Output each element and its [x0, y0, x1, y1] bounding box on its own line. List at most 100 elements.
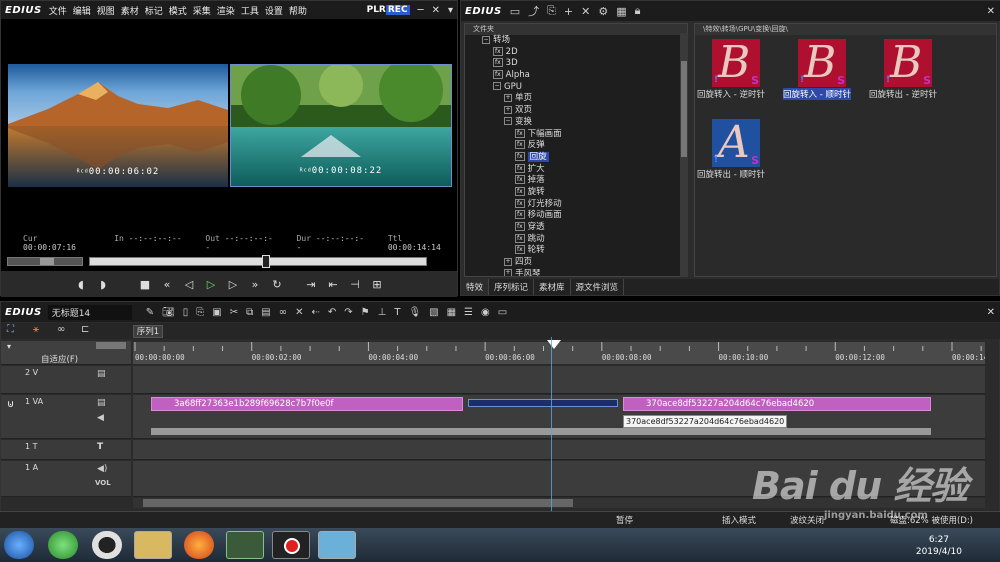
delete-clip-icon[interactable]: ✕ [295, 307, 303, 318]
adapt-label[interactable]: 自适应(F) [41, 353, 78, 365]
tree-node[interactable]: fx 掉落 [465, 175, 687, 187]
effect-item[interactable]: B S! 回旋转出 - 逆时针 [869, 39, 959, 117]
menu-file[interactable]: 文件 [49, 7, 67, 17]
va-audio-icon[interactable]: ◀︎ [97, 413, 104, 423]
tree-node[interactable]: fx 穿透 [465, 222, 687, 234]
video-mute-icon[interactable]: ▤ [97, 369, 106, 379]
tab-sequence-markers[interactable]: 序列标记 [489, 279, 535, 295]
multicam-icon[interactable]: ▦ [447, 307, 456, 318]
bin-close-icon[interactable]: ✕ [987, 6, 995, 17]
tree-node[interactable]: fx 轮转 [465, 245, 687, 257]
effect-item[interactable]: A S! 回旋转出 - 顺时针 [697, 119, 787, 197]
tree-node[interactable]: − GPU [465, 82, 687, 94]
track-1va-header[interactable]: ⊍ 1 VA ▤ ◀︎ [1, 395, 131, 439]
title-track-icon[interactable]: T [97, 442, 103, 452]
view-icon[interactable]: ▦ [616, 5, 626, 18]
output-icon[interactable]: ▭ [498, 307, 507, 318]
tree-node[interactable]: fx 跳动 [465, 233, 687, 246]
loop-icon[interactable]: ↻ [270, 278, 284, 291]
menu-edit[interactable]: 编辑 [73, 7, 91, 17]
link-toggle-icon[interactable]: ∞ [57, 324, 65, 335]
app-record-icon[interactable] [272, 531, 310, 559]
scrub-bar[interactable] [89, 255, 427, 268]
group-icon[interactable]: ⊏ [81, 324, 89, 335]
expand-icon[interactable]: ▾ [7, 342, 11, 351]
menu-capture[interactable]: 采集 [193, 7, 211, 17]
tree-node[interactable]: fx 3D [465, 58, 687, 70]
tab-source-browser[interactable]: 源文件浏览 [571, 279, 625, 295]
menu-clip[interactable]: 素材 [121, 7, 139, 17]
clip-1[interactable]: 3a68ff27363e1b289f69628c7b7f0e0f [151, 397, 463, 411]
tree-node[interactable]: fx 反弹 [465, 140, 687, 152]
shuttle-slider[interactable] [7, 257, 83, 266]
tree-node[interactable]: − 转场 [465, 35, 687, 47]
effect-item[interactable]: B S! 回旋转入 - 顺时针 [783, 39, 873, 117]
track-1t-header[interactable]: 1 T T [1, 440, 131, 460]
track-lock-icon[interactable]: ⊍ [7, 399, 14, 410]
link-icon[interactable]: ∞ [279, 307, 287, 318]
tab-sequence1[interactable]: 序列1 [133, 325, 163, 338]
tree-node[interactable]: fx 移动画面 [465, 210, 687, 222]
menu-mode[interactable]: 模式 [169, 7, 187, 17]
track-2v-area[interactable] [133, 366, 985, 394]
render-icon[interactable]: ▧ [429, 307, 438, 318]
copy-clip-icon[interactable]: ⧉ [246, 307, 253, 318]
close-icon[interactable]: ✕ [432, 5, 440, 16]
expand-toggle-icon[interactable]: + [504, 269, 512, 276]
expand-toggle-icon[interactable]: − [504, 117, 512, 126]
step-back-icon[interactable]: ◁ [182, 278, 196, 291]
folder-icon[interactable]: ▭ [510, 5, 520, 18]
menu-tools[interactable]: 工具 [241, 7, 259, 17]
stop-icon[interactable]: ■ [138, 278, 152, 291]
up-folder-icon[interactable]: ⤴ [528, 3, 539, 19]
sync-icon[interactable]: ⚹ [33, 324, 39, 335]
step-forward-icon[interactable]: ▷ [226, 278, 240, 291]
minimize-icon[interactable]: ─ [418, 5, 424, 16]
status-insert-mode[interactable]: 插入模式 [722, 514, 756, 526]
app-explorer-icon[interactable] [134, 531, 172, 559]
vol-label[interactable]: VOL [95, 479, 111, 487]
va-mute-icon[interactable]: ▤ [97, 398, 106, 408]
speaker-icon[interactable]: ◀︎) [97, 464, 107, 474]
transition-bar[interactable] [468, 399, 618, 407]
dropdown-icon[interactable]: ▾ [448, 5, 453, 16]
scrub-handle[interactable] [261, 255, 270, 268]
playhead-icon[interactable] [547, 340, 561, 349]
open-icon[interactable]: ⎘ [196, 307, 204, 318]
app-refresh-icon[interactable] [48, 531, 78, 559]
expand-toggle-icon[interactable]: − [482, 35, 490, 44]
mode-icon[interactable]: ✎ [146, 307, 154, 318]
tab-asset-library[interactable]: 素材库 [534, 279, 571, 295]
mixer-icon[interactable]: ☰ [464, 307, 473, 318]
copy-icon[interactable]: ⎘ [547, 4, 556, 18]
mic-icon[interactable]: 🎙︎ [408, 307, 421, 318]
menu-help[interactable]: 帮助 [289, 7, 307, 17]
marker-icon[interactable]: ⚑ [361, 307, 370, 318]
effect-item[interactable]: B S! 回旋转入 - 逆时针 [697, 39, 787, 117]
taskbar-clock[interactable]: 6:27 2019/4/10 [916, 534, 962, 558]
trim-icon[interactable]: ⊣ [348, 278, 362, 291]
set-out-icon[interactable]: ◗ [96, 278, 110, 291]
tree-node[interactable]: + 手风琴 [465, 269, 687, 276]
plr-button[interactable]: PLR [367, 5, 386, 15]
app-edius-icon[interactable] [226, 531, 264, 559]
timeline-close-icon[interactable]: ✕ [987, 307, 995, 318]
track-2v-header[interactable]: 2 V ▤ [1, 366, 131, 394]
tree-node[interactable]: + 双页 [465, 105, 687, 117]
tree-node[interactable]: fx 回旋 [465, 151, 687, 164]
delete-icon[interactable]: ✕ [581, 5, 590, 18]
snapshot-icon[interactable]: 📷︎ [162, 307, 175, 318]
split-icon[interactable]: ⊥ [378, 307, 387, 318]
undo-icon[interactable]: ↶ [328, 307, 336, 318]
set-in-icon[interactable]: ◖ [74, 278, 88, 291]
overwrite-icon[interactable]: ⇤ [326, 278, 340, 291]
save-icon[interactable]: ▣ [212, 307, 221, 318]
play-icon[interactable]: ▷ [204, 278, 218, 291]
add-icon[interactable]: + [564, 5, 573, 18]
tree-node[interactable]: fx Alpha [465, 70, 687, 82]
rewind-icon[interactable]: « [160, 278, 174, 291]
app-firefox-icon[interactable] [184, 531, 214, 559]
app-qq-icon[interactable] [92, 531, 122, 559]
tab-effects[interactable]: 特效 [461, 279, 490, 295]
menu-render[interactable]: 渲染 [217, 7, 235, 17]
